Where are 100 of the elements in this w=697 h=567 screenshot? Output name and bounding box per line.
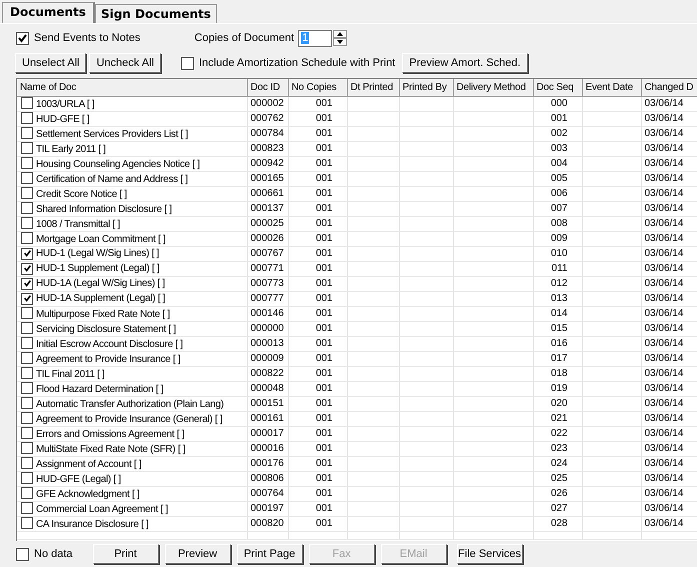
checkbox[interactable] bbox=[21, 112, 33, 124]
table-cell: 000771 bbox=[250, 263, 284, 274]
table-cell: 001 bbox=[316, 143, 332, 154]
checkbox[interactable] bbox=[21, 306, 33, 318]
table-cell: 001 bbox=[316, 323, 332, 334]
checkbox[interactable] bbox=[21, 442, 33, 454]
column-header[interactable]: Delivery Method bbox=[453, 79, 533, 96]
checkbox[interactable] bbox=[21, 382, 33, 394]
column-header[interactable]: Name of Doc bbox=[17, 79, 247, 96]
checkbox[interactable] bbox=[21, 142, 33, 154]
table-cell: 03/06/14 bbox=[644, 248, 684, 259]
column-header[interactable]: Doc Seq bbox=[533, 79, 582, 96]
button[interactable]: Preview bbox=[164, 544, 231, 564]
preview-button[interactable]: Preview Amort. Sched. bbox=[402, 53, 528, 73]
table-cell: 001 bbox=[316, 368, 332, 379]
checkbox[interactable] bbox=[21, 502, 33, 514]
spin-up-icon[interactable] bbox=[333, 30, 348, 38]
button[interactable]: Unselect All bbox=[15, 53, 86, 73]
checkbox[interactable] bbox=[21, 366, 33, 378]
checkbox[interactable] bbox=[21, 396, 33, 408]
table-cell: 03/06/14 bbox=[644, 383, 684, 394]
checkbox[interactable] bbox=[21, 126, 33, 138]
checkbox[interactable] bbox=[21, 412, 33, 424]
checkbox[interactable] bbox=[21, 232, 33, 244]
checkbox[interactable] bbox=[21, 216, 33, 228]
column-header[interactable]: No Copies bbox=[288, 79, 347, 96]
table-cell: 019 bbox=[550, 383, 568, 394]
table-cell: 017 bbox=[550, 353, 568, 364]
column-header[interactable]: Changed D bbox=[641, 79, 697, 96]
table-cell: 001 bbox=[316, 98, 332, 109]
table-cell: 000000 bbox=[250, 323, 284, 334]
table-cell: 024 bbox=[550, 458, 568, 469]
checkbox[interactable] bbox=[21, 352, 33, 364]
checkbox[interactable] bbox=[16, 32, 29, 44]
button[interactable]: Print bbox=[92, 544, 159, 564]
table-cell: 000942 bbox=[250, 158, 284, 169]
table-cell: 000137 bbox=[250, 203, 284, 214]
checkbox[interactable] bbox=[21, 96, 33, 108]
checkbox[interactable] bbox=[21, 248, 33, 260]
checkbox[interactable] bbox=[16, 548, 29, 560]
tab[interactable]: Sign Documents bbox=[94, 4, 217, 23]
column-header[interactable]: Event Date bbox=[582, 79, 641, 96]
table-cell: 000767 bbox=[250, 248, 284, 259]
table-cell: Housing Counseling Agencies Notice [ ] bbox=[36, 158, 200, 170]
checkbox[interactable] bbox=[21, 292, 33, 304]
table-cell: 011 bbox=[552, 263, 568, 274]
table-cell: 03/06/14 bbox=[644, 368, 684, 379]
checkbox[interactable] bbox=[180, 56, 194, 70]
table-cell: Servicing Disclosure Statement [ ] bbox=[36, 324, 176, 334]
table-cell: Multipurpose Fixed Rate Note [ ] bbox=[36, 308, 170, 320]
table-cell: 006 bbox=[550, 188, 568, 199]
button[interactable]: Uncheck All bbox=[89, 53, 161, 73]
checkbox[interactable] bbox=[21, 336, 33, 348]
table-cell: 020 bbox=[550, 398, 568, 409]
table-cell: 001 bbox=[316, 518, 332, 529]
checkbox[interactable] bbox=[21, 456, 33, 468]
table-cell: 000016 bbox=[250, 443, 284, 454]
checkbox[interactable] bbox=[21, 262, 33, 274]
column-header[interactable]: Printed By bbox=[399, 79, 453, 96]
checkbox[interactable] bbox=[21, 156, 33, 168]
table-cell: 03/06/14 bbox=[644, 278, 684, 289]
checkbox[interactable] bbox=[21, 516, 33, 528]
table-cell: 001 bbox=[316, 248, 332, 259]
table-cell: 004 bbox=[550, 158, 568, 169]
spin-down-icon[interactable] bbox=[333, 38, 348, 46]
checkbox[interactable] bbox=[21, 426, 33, 438]
column-header[interactable]: Doc ID bbox=[247, 79, 288, 96]
checkbox[interactable] bbox=[21, 278, 33, 290]
button[interactable]: Print Page bbox=[236, 544, 303, 564]
table-cell: MultiState Fixed Rate Note (SFR) [ ] bbox=[36, 444, 186, 454]
table-cell: 000822 bbox=[250, 368, 284, 379]
table-cell: 03/06/14 bbox=[644, 188, 684, 199]
checkbox[interactable] bbox=[21, 172, 33, 184]
table-cell: 001 bbox=[316, 188, 332, 199]
table-cell: 03/06/14 bbox=[644, 173, 684, 184]
table-cell: 03/06/14 bbox=[644, 218, 684, 229]
checkbox[interactable] bbox=[21, 202, 33, 214]
tab[interactable]: Documents bbox=[2, 2, 95, 23]
table-cell: 001 bbox=[316, 278, 332, 289]
table-cell: HUD-1A (Legal W/Sig Lines) [ ] bbox=[36, 278, 165, 289]
table-cell: Initial Escrow Account Disclosure [ ] bbox=[36, 338, 183, 350]
table-cell: 000823 bbox=[250, 143, 284, 154]
table-cell: 03/06/14 bbox=[644, 233, 684, 244]
table-cell: 005 bbox=[550, 173, 568, 184]
table-cell: 000806 bbox=[250, 473, 284, 484]
table-cell: 000013 bbox=[250, 338, 284, 349]
table-cell: 000026 bbox=[250, 233, 284, 244]
checkbox[interactable] bbox=[21, 322, 33, 334]
table-cell: 03/06/14 bbox=[644, 398, 684, 409]
table-cell: 001 bbox=[316, 203, 332, 214]
table-cell: 03/06/14 bbox=[644, 428, 684, 439]
checkbox[interactable] bbox=[21, 486, 33, 498]
table-cell: Commercial Loan Agreement [ ] bbox=[36, 504, 168, 514]
column-header[interactable]: Dt Printed bbox=[347, 79, 399, 96]
checkbox[interactable] bbox=[21, 472, 33, 484]
button[interactable]: File Services bbox=[456, 544, 523, 564]
table-cell: GFE Acknowledgment [ ] bbox=[36, 488, 140, 500]
table-cell: 1008 / Transmittal [ ] bbox=[36, 218, 120, 230]
checkbox[interactable] bbox=[21, 186, 33, 198]
table-cell: 001 bbox=[316, 173, 332, 184]
